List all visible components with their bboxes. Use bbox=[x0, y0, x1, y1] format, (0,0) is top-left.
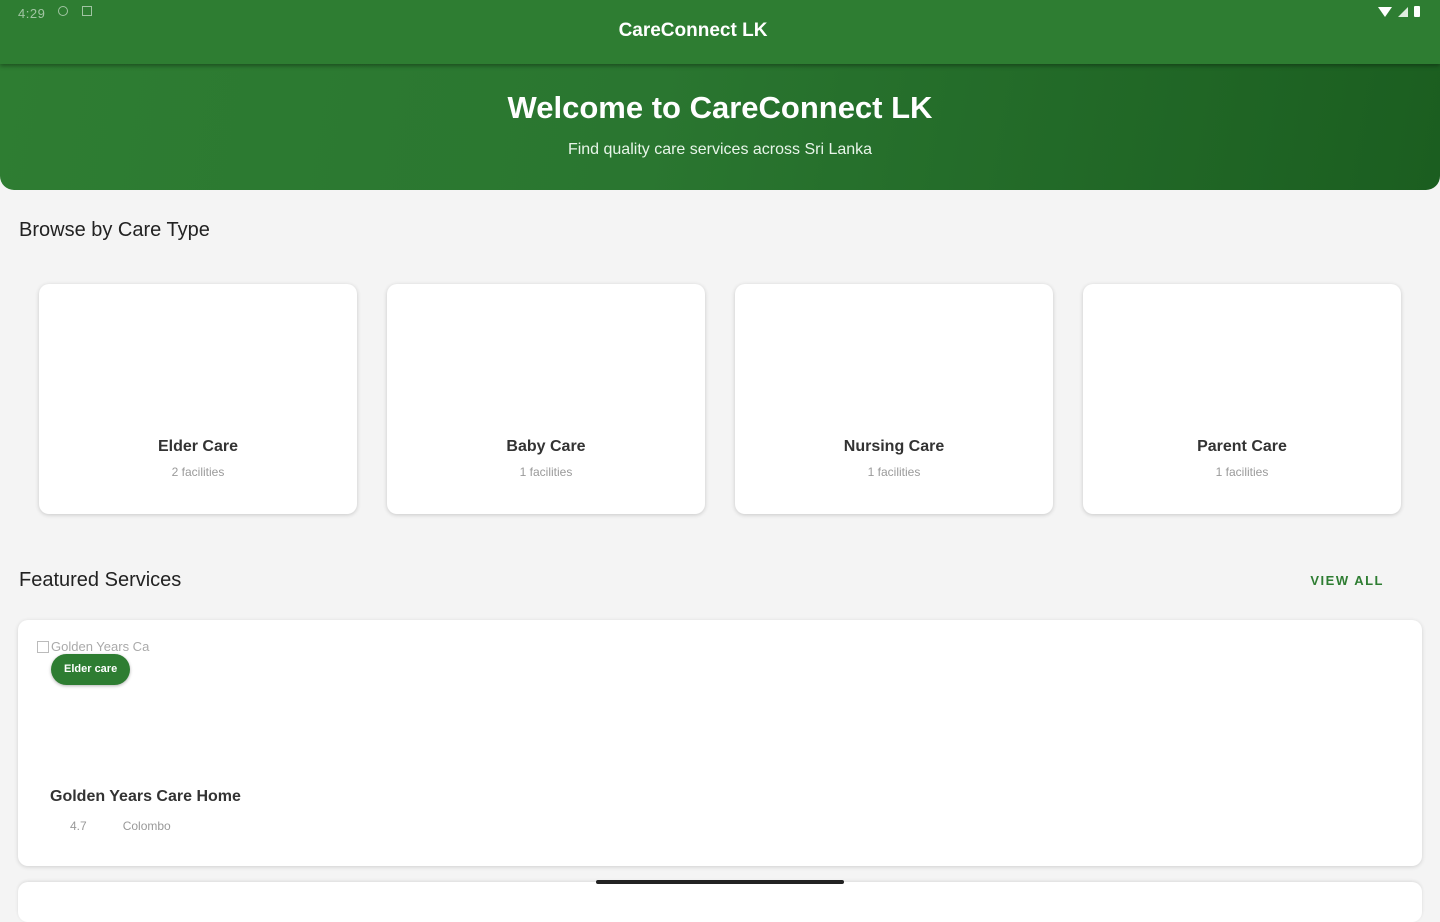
hero-banner: Welcome to CareConnect LK Find quality c… bbox=[0, 64, 1440, 190]
battery-icon bbox=[1414, 6, 1420, 17]
featured-service-card-next[interactable] bbox=[18, 882, 1422, 922]
care-type-count: 2 facilities bbox=[171, 465, 225, 479]
care-type-card-baby[interactable]: Baby Care 1 facilities bbox=[387, 284, 705, 514]
care-type-card-elder[interactable]: Elder Care 2 facilities bbox=[39, 284, 357, 514]
signal-icon bbox=[1398, 6, 1408, 17]
app-bar: 4:29 CareConnect LK bbox=[0, 0, 1440, 64]
app-title: CareConnect LK bbox=[618, 20, 768, 41]
wifi-icon bbox=[1378, 6, 1392, 17]
status-time: 4:29 bbox=[18, 6, 46, 21]
hero-subtitle: Find quality care services across Sri La… bbox=[567, 141, 873, 158]
care-type-count: 1 facilities bbox=[867, 465, 921, 479]
hero-title: Welcome to CareConnect LK bbox=[507, 90, 933, 125]
care-type-name: Nursing Care bbox=[843, 438, 945, 455]
notification-icon bbox=[82, 6, 92, 16]
status-system-icons bbox=[1378, 6, 1420, 17]
featured-service-card[interactable]: Golden Years Ca Elder care Golden Years … bbox=[18, 620, 1422, 866]
broken-image-icon bbox=[37, 641, 49, 653]
view-all-button[interactable]: VIEW ALL bbox=[1310, 573, 1384, 588]
care-type-badge: Elder care bbox=[51, 654, 131, 685]
status-notification-icons bbox=[58, 6, 92, 16]
care-type-card-nursing[interactable]: Nursing Care 1 facilities bbox=[735, 284, 1053, 514]
browse-section-title: Browse by Care Type bbox=[19, 219, 210, 241]
service-location: Colombo bbox=[122, 819, 171, 833]
care-type-name: Elder Care bbox=[157, 438, 239, 455]
privacy-icon bbox=[58, 6, 68, 16]
featured-section-title: Featured Services bbox=[19, 569, 182, 591]
service-rating: 4.7 bbox=[70, 819, 87, 833]
home-indicator[interactable] bbox=[596, 880, 844, 884]
care-type-name: Baby Care bbox=[506, 438, 586, 455]
service-image-alt: Golden Years Ca bbox=[51, 639, 150, 654]
care-type-count: 1 facilities bbox=[519, 465, 573, 479]
care-type-count: 1 facilities bbox=[1215, 465, 1269, 479]
service-meta: 4.7 Colombo bbox=[70, 819, 171, 833]
care-type-name: Parent Care bbox=[1197, 438, 1287, 455]
service-name: Golden Years Care Home bbox=[50, 788, 241, 805]
care-type-card-parent[interactable]: Parent Care 1 facilities bbox=[1083, 284, 1401, 514]
